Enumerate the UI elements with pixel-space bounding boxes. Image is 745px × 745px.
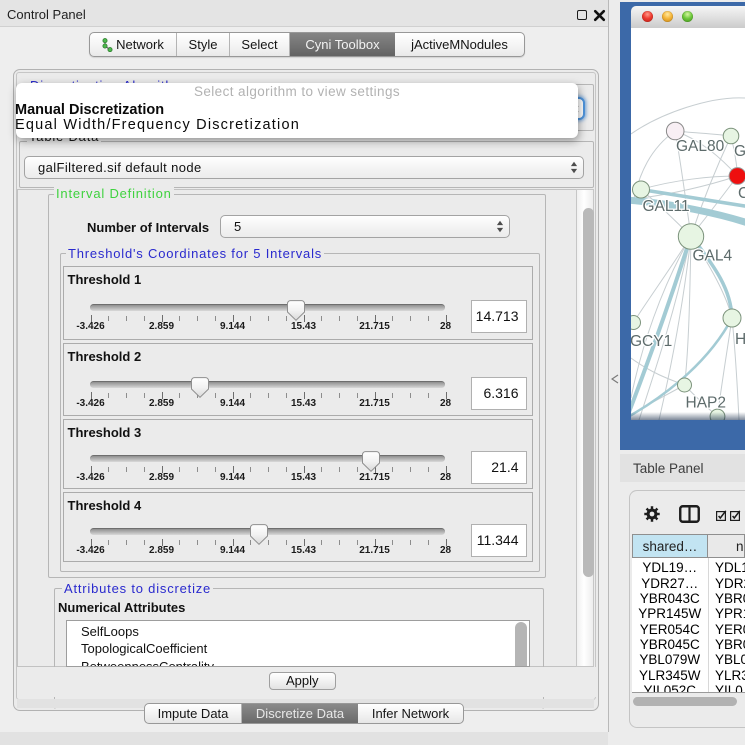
- svg-text:HAP2: HAP2: [686, 395, 727, 412]
- svg-text:GCY1: GCY1: [631, 333, 672, 350]
- svg-text:C: C: [738, 185, 745, 202]
- svg-text:GA: GA: [734, 143, 745, 160]
- svg-text:GAL11: GAL11: [643, 198, 690, 215]
- svg-text:H: H: [735, 331, 745, 348]
- svg-text:GAL4: GAL4: [693, 248, 733, 265]
- svg-text:GAL80: GAL80: [676, 138, 725, 155]
